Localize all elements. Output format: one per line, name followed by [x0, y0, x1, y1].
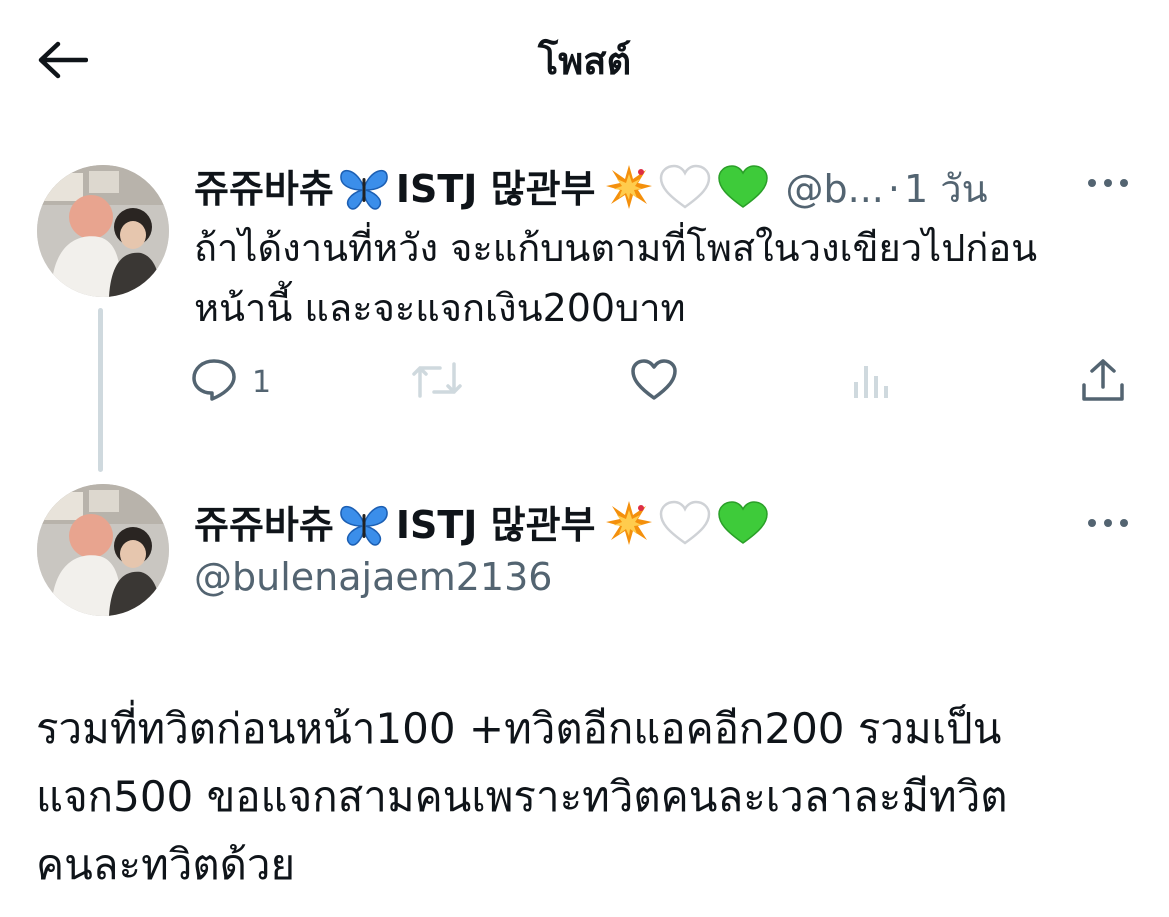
parent-author-row: 쥬쥬바츄 ISTJ 많관부 @b... · 1 วัน: [194, 158, 988, 219]
more-icon: [1086, 173, 1130, 192]
views-button[interactable]: [850, 350, 890, 414]
thread-connector: [98, 308, 103, 472]
white-heart-emoji: [658, 163, 712, 215]
page-title: โพสต์: [537, 39, 632, 83]
top-bar: โพสต์: [0, 0, 1169, 120]
emoji-badges: [604, 498, 770, 552]
views-icon: [850, 360, 890, 404]
collision-emoji: [604, 498, 654, 552]
tweet-text: ถ้าได้งานที่หวัง จะแก้บนตามที่โพสในวงเขี…: [194, 218, 1144, 338]
share-icon: [1080, 357, 1126, 407]
more-button[interactable]: [1078, 162, 1138, 202]
repost-icon: [410, 360, 464, 404]
tweet-actions: 1: [190, 350, 1140, 414]
tweet-text-line: หน้านี้ และจะแจกเงิน200บาท: [194, 286, 686, 330]
avatar[interactable]: [37, 484, 169, 616]
tweet-text-line: รวมที่ทวิตก่อนหน้า100 +ทวิตอีกแอคอีก200 …: [36, 704, 1002, 753]
separator: ·: [887, 166, 900, 211]
green-heart-emoji: [716, 499, 770, 551]
share-button[interactable]: [1080, 350, 1126, 414]
like-icon: [630, 358, 678, 406]
reply-icon: [190, 357, 238, 407]
handle[interactable]: @b...: [786, 165, 884, 213]
white-heart-emoji: [658, 499, 712, 551]
main-author-row: 쥬쥬바츄 ISTJ 많관부: [194, 498, 770, 552]
display-name-suffix[interactable]: ISTJ 많관부: [396, 501, 596, 549]
tweet-text-line: คนละทวิตด้วย: [36, 840, 296, 889]
tweet-text-line: แจก500 ขอแจกสามคนเพราะทวิตคนละเวลาละมีทว…: [36, 772, 1008, 821]
tweet-text-line: ถ้าได้งานที่หวัง จะแก้บนตามที่โพสในวงเขี…: [194, 226, 1038, 270]
collision-emoji: [604, 162, 654, 216]
more-button[interactable]: [1078, 502, 1138, 542]
reply-count: 1: [252, 364, 272, 400]
avatar[interactable]: [37, 165, 169, 297]
reply-button[interactable]: 1: [190, 350, 271, 414]
display-name[interactable]: 쥬쥬바츄: [194, 501, 334, 549]
green-heart-emoji: [716, 163, 770, 215]
display-name[interactable]: 쥬쥬바츄: [194, 165, 334, 213]
tweet-text: รวมที่ทวิตก่อนหน้า100 +ทวิตอีกแอคอีก200 …: [36, 695, 1146, 899]
handle[interactable]: @bulenajaem2136: [194, 553, 552, 601]
like-button[interactable]: [630, 350, 678, 414]
timestamp[interactable]: 1 วัน: [904, 158, 988, 219]
butterfly-emoji: [338, 502, 390, 548]
repost-button[interactable]: [410, 350, 464, 414]
display-name-suffix[interactable]: ISTJ 많관부: [396, 165, 596, 213]
more-icon: [1086, 513, 1130, 532]
emoji-badges: [604, 162, 770, 216]
butterfly-emoji: [338, 166, 390, 212]
